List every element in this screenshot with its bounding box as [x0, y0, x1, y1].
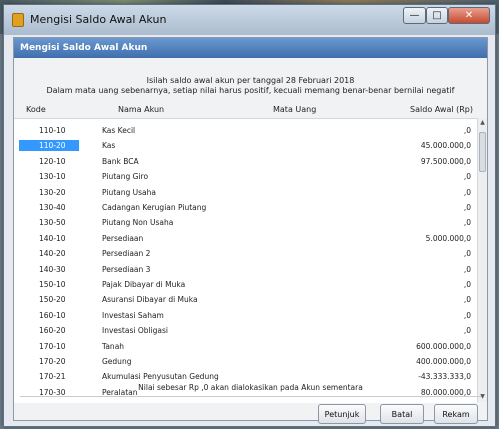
scroll-down-icon[interactable]: ▼ [478, 392, 487, 402]
account-code: 170-10 [39, 341, 66, 351]
opening-balance[interactable]: 5.000.000,0 [426, 233, 471, 244]
app-icon [12, 13, 24, 27]
account-code: 140-30 [39, 264, 66, 274]
table-row[interactable]: 130-20 Piutang Usaha ,0 [14, 187, 477, 198]
scrollbar-thumb[interactable] [479, 132, 486, 172]
account-name: Piutang Usaha [102, 187, 156, 197]
info-line-1: Isilah saldo awal akun per tanggal 28 Fe… [146, 76, 355, 85]
account-code: 150-20 [39, 295, 66, 305]
account-code: 140-20 [39, 249, 66, 259]
account-code: 160-10 [39, 310, 66, 320]
table-row[interactable]: 150-10 Pajak Dibayar di Muka ,0 [14, 279, 477, 290]
accounts-table: 110-10 Kas Kecil ,0 110-20 Kas 45.000.000,0 12… [14, 118, 477, 403]
title-bar[interactable]: Mengisi Saldo Awal Akun — □ ✕ [4, 5, 495, 35]
table-row[interactable]: 120-10 Bank BCA 97.500.000,0 [14, 156, 477, 167]
maximize-button[interactable]: □ [426, 7, 448, 24]
vertical-scrollbar[interactable]: ▲ ▼ [477, 118, 487, 402]
table-row[interactable]: 150-20 Asuransi Dibayar di Muka ,0 [14, 294, 477, 305]
allocation-note: Nilai sebesar Rp ,0 akan dialokasikan pa… [138, 383, 363, 392]
account-code: 150-10 [39, 280, 66, 289]
table-row[interactable]: 140-30 Persediaan 3 ,0 [14, 264, 477, 275]
account-name: Piutang Giro [102, 172, 149, 182]
account-name: Gedung [102, 357, 132, 366]
account-name: Tanah [102, 341, 125, 351]
account-name: Investasi Saham [102, 310, 164, 320]
table-row[interactable]: 160-20 Investasi Obligasi ,0 [14, 325, 477, 336]
column-header-mata-uang[interactable]: Mata Uang [273, 105, 316, 114]
content-panel: Mengisi Saldo Awal Akun Isilah saldo awa… [13, 37, 488, 424]
dialog-window: Mengisi Saldo Awal Akun — □ ✕ Mengisi Sa… [3, 4, 496, 427]
account-code: 120-10 [39, 156, 66, 166]
table-row[interactable]: 130-10 Piutang Giro ,0 [14, 171, 477, 182]
opening-balance[interactable]: 45.000.000,0 [421, 140, 471, 151]
petunjuk-button[interactable]: Petunjuk [318, 404, 366, 424]
column-header-saldo-awal[interactable]: Saldo Awal (Rp) [410, 105, 473, 114]
close-button[interactable]: ✕ [448, 7, 490, 24]
account-name: Bank BCA [102, 156, 139, 166]
table-row[interactable]: 160-10 Investasi Saham ,0 [14, 310, 477, 321]
account-name: Investasi Obligasi [102, 326, 169, 336]
account-name: Asuransi Dibayar di Muka [102, 295, 198, 305]
account-name: Pajak Dibayar di Muka [102, 280, 186, 289]
opening-balance[interactable]: ,0 [464, 202, 471, 213]
account-code: 110-20 [19, 140, 79, 152]
opening-balance[interactable]: -43.333.333,0 [418, 371, 471, 382]
close-icon: ✕ [464, 10, 474, 21]
account-code: 130-10 [39, 172, 66, 182]
table-row[interactable]: 130-40 Cadangan Kerugian Piutang ,0 [14, 202, 477, 213]
account-name: Piutang Non Usaha [102, 218, 174, 228]
table-row[interactable]: 110-10 Kas Kecil ,0 [14, 125, 477, 136]
minimize-button[interactable]: — [403, 7, 426, 24]
account-name: Persediaan 2 [102, 249, 151, 259]
opening-balance[interactable]: ,0 [464, 217, 471, 228]
column-header-nama-akun[interactable]: Nama Akun [118, 105, 164, 114]
account-name: Cadangan Kerugian Piutang [102, 203, 207, 212]
table-row[interactable]: 170-20 Gedung 400.000.000,0 [14, 356, 477, 367]
opening-balance[interactable]: ,0 [464, 294, 471, 305]
account-code: 130-40 [39, 203, 66, 212]
opening-balance[interactable]: 97.500.000,0 [421, 156, 471, 167]
opening-balance[interactable]: ,0 [464, 171, 471, 182]
account-code: 110-10 [39, 126, 66, 135]
column-header-kode[interactable]: Kode [26, 105, 46, 114]
opening-balance[interactable]: ,0 [464, 248, 471, 259]
divider [20, 396, 481, 397]
account-code: 160-20 [39, 326, 66, 336]
minimize-icon: — [409, 10, 420, 21]
opening-balance[interactable]: ,0 [464, 310, 471, 321]
opening-balance[interactable]: ,0 [464, 125, 471, 136]
scroll-up-icon[interactable]: ▲ [478, 118, 487, 128]
opening-balance[interactable]: ,0 [464, 325, 471, 336]
account-name: Akumulasi Penyusutan Gedung [102, 372, 219, 382]
table-row[interactable]: 130-50 Piutang Non Usaha ,0 [14, 217, 477, 228]
table-row[interactable]: 140-10 Persediaan 5.000.000,0 [14, 233, 477, 244]
window-title: Mengisi Saldo Awal Akun [30, 13, 167, 26]
opening-balance[interactable]: 600.000.000,0 [416, 341, 471, 352]
opening-balance[interactable]: ,0 [464, 187, 471, 198]
account-code: 130-20 [39, 187, 66, 197]
opening-balance[interactable]: 400.000.000,0 [416, 356, 471, 367]
batal-button[interactable]: Batal [380, 404, 424, 424]
table-row[interactable]: 170-21 Akumulasi Penyusutan Gedung -43.333… [14, 371, 477, 382]
account-name: Kas Kecil [102, 126, 136, 135]
account-name: Persediaan 3 [102, 264, 151, 274]
account-code: 170-21 [39, 372, 66, 382]
opening-balance[interactable]: ,0 [464, 279, 471, 290]
account-name: Kas [102, 141, 116, 151]
account-name: Persediaan [102, 233, 144, 243]
table-row[interactable]: 110-20 Kas 45.000.000,0 [14, 140, 477, 152]
panel-header: Mengisi Saldo Awal Akun [14, 38, 487, 58]
opening-balance[interactable]: ,0 [464, 264, 471, 275]
rekam-button[interactable]: Rekam [434, 404, 478, 424]
account-code: 140-10 [39, 233, 66, 243]
info-line-2: Dalam mata uang sebenarnya, setiap nilai… [46, 86, 455, 95]
table-row[interactable]: 140-20 Persediaan 2 ,0 [14, 248, 477, 259]
table-row[interactable]: 170-10 Tanah 600.000.000,0 [14, 341, 477, 352]
account-code: 170-20 [39, 357, 66, 366]
maximize-icon: □ [432, 10, 442, 21]
account-code: 130-50 [39, 218, 66, 228]
